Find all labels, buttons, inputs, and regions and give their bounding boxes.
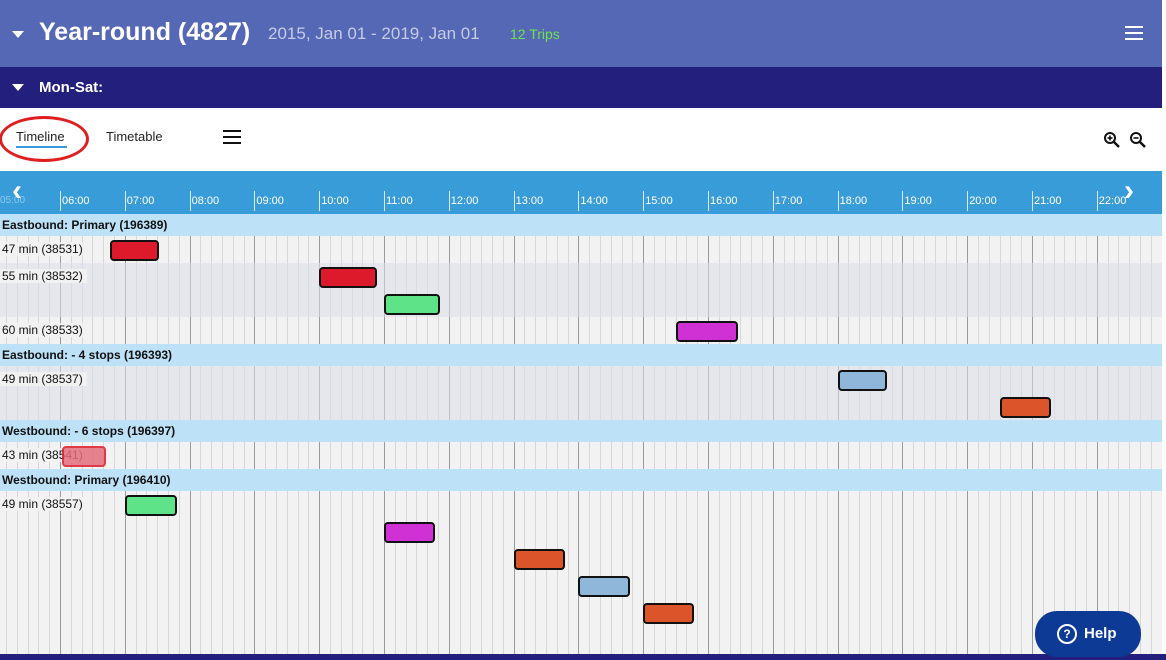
tick-line [837,191,839,211]
group-band: Eastbound: Primary (196389) [0,214,1162,236]
table-row [0,545,1162,572]
tick-line [189,191,191,211]
row-label: 47 min (38531) [0,242,87,256]
trip-bar[interactable] [999,397,1051,418]
tick-label: 17:00 [774,195,803,207]
help-label: Help [1084,625,1117,642]
tab-timeline[interactable]: Timeline [16,129,65,144]
row-label: 55 min (38532) [0,269,87,283]
table-row: 47 min (38531) [0,236,1162,263]
tick-label: 07:00 [126,195,155,207]
table-row [0,393,1162,420]
tab-active-underline [16,146,67,148]
row-label: 49 min (38537) [0,372,87,386]
route-header: Year-round (4827) 2015, Jan 01 - 2019, J… [0,0,1162,67]
tick-label: 09:00 [256,195,284,207]
prev-arrow-icon[interactable]: ‹ [12,174,22,208]
tick-line [384,191,385,211]
table-row: 43 min (38541) [0,442,1162,469]
zoom-in-icon[interactable] [1103,131,1121,149]
tick-line [254,191,256,211]
group-band: Westbound: - 6 stops (196397) [0,420,1162,442]
table-row: 60 min (38533) [0,317,1162,344]
tick-label: 13:00 [515,195,544,207]
tick-line [513,191,515,211]
tick-line [319,191,321,211]
trip-bar[interactable] [384,294,441,315]
group-band: Westbound: Primary (196410) [0,469,1162,491]
tick-line [772,191,774,211]
trip-bar[interactable] [578,576,630,597]
right-edge [1162,0,1166,654]
tick-line [1096,191,1098,211]
service-header: Mon-Sat: [0,67,1162,108]
trip-bar[interactable] [837,370,888,391]
table-row: 55 min (38532) [0,263,1162,290]
table-row [0,290,1162,317]
group-band: Eastbound: - 4 stops (196393) [0,344,1162,366]
tick-label: 20:00 [969,195,997,207]
tick-label: 06:00 [62,195,90,207]
table-row [0,599,1162,626]
tick-label: 21:00 [1034,195,1062,207]
view-menu-icon[interactable] [223,130,241,144]
tick-label: 15:00 [645,195,673,207]
collapse-caret-icon[interactable] [12,31,24,38]
route-title: Year-round (4827) [39,18,251,46]
trip-bar[interactable] [643,603,695,624]
tick-label: 10:00 [321,195,349,207]
trip-bar[interactable] [61,446,106,467]
help-button[interactable]: ? Help [1035,611,1141,657]
tick-label: 11:00 [386,195,413,207]
tick-line [902,191,904,211]
tick-label: 08:00 [191,195,220,207]
trip-bar[interactable] [384,522,435,543]
row-label: 60 min (38533) [0,323,87,337]
tick-label: 18:00 [839,195,868,207]
group-label: Eastbound: Primary (196389) [2,218,168,232]
tab-timetable[interactable]: Timetable [106,129,163,144]
service-label: Mon-Sat: [39,79,104,96]
trip-bar[interactable] [124,495,177,516]
tick-label: 16:00 [710,195,738,207]
table-row [0,518,1162,545]
tick-line [708,191,709,211]
view-toolbar: Timeline Timetable [0,108,1162,171]
row-label: 49 min (38557) [0,497,87,511]
table-row: 49 min (38537) [0,366,1162,393]
group-label: Westbound: - 6 stops (196397) [2,424,176,438]
tick-label: 12:00 [450,195,479,207]
date-range: 2015, Jan 01 - 2019, Jan 01 [268,24,480,43]
tick-label: 22:00 [1098,195,1127,207]
service-collapse-caret-icon[interactable] [12,84,24,91]
tick-line [1032,191,1033,211]
tick-line [967,191,969,211]
header-menu-icon[interactable] [1125,26,1143,40]
group-label: Eastbound: - 4 stops (196393) [2,348,173,362]
group-label: Westbound: Primary (196410) [2,473,171,487]
trip-bar[interactable] [675,321,738,342]
tick-line [60,191,61,211]
next-arrow-icon[interactable]: › [1124,174,1134,208]
tick-line [578,191,580,211]
trip-bar[interactable] [109,240,160,261]
bottom-bar [0,654,1166,660]
tick-line [643,191,645,211]
timeline-header: 05:00 06:00 07:00 08:00 09:00 10:00 11:00 12:0… [0,171,1162,214]
tick-label: 19:00 [904,195,932,207]
tick-label: 14:00 [580,195,608,207]
trip-bar[interactable] [513,549,565,570]
zoom-out-icon[interactable] [1129,131,1147,149]
tick-line [448,191,450,211]
timeline-grid: Eastbound: Primary (196389) 47 min (38531… [0,214,1162,654]
help-icon: ? [1057,624,1077,644]
tick-line [124,191,126,211]
trip-count: 12 Trips [510,26,560,42]
trip-bar[interactable] [319,267,377,288]
